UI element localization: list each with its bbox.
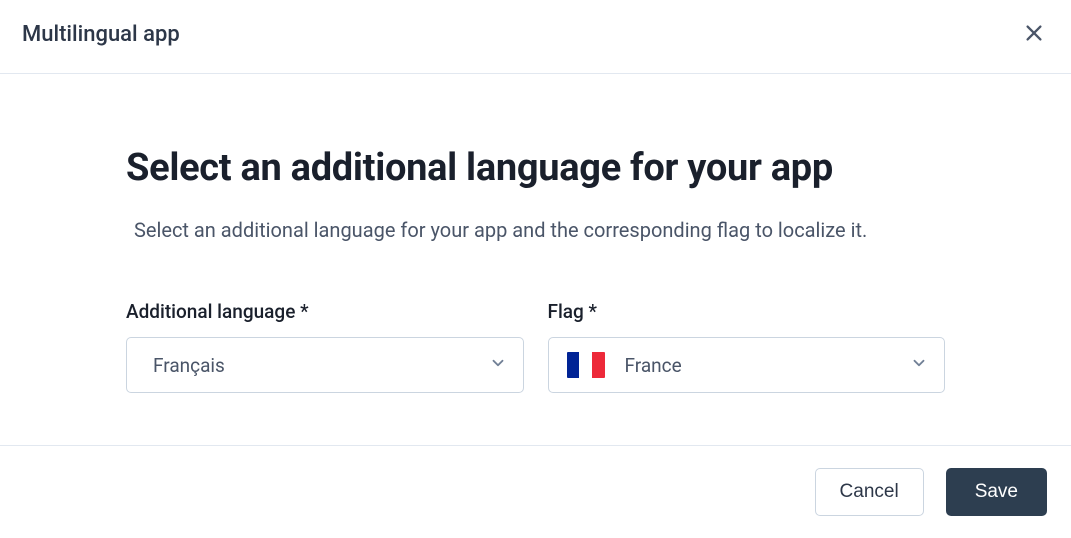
save-button[interactable]: Save (946, 468, 1047, 516)
cancel-button[interactable]: Cancel (815, 468, 924, 516)
modal-title: Multilingual app (22, 22, 180, 47)
flag-stripe-2 (579, 352, 592, 378)
flag-select[interactable]: France (548, 337, 946, 393)
language-label: Additional language * (126, 300, 524, 323)
flag-value: France (625, 354, 682, 377)
flag-stripe-1 (567, 352, 580, 378)
language-select[interactable]: Français (126, 337, 524, 393)
modal-footer: Cancel Save (0, 445, 1071, 538)
close-button[interactable] (1019, 18, 1049, 51)
chevron-down-icon (489, 354, 507, 376)
flag-stripe-3 (592, 352, 605, 378)
close-icon (1023, 22, 1045, 47)
language-value: Français (153, 354, 225, 377)
fields-row: Additional language * Français Flag * (126, 300, 945, 393)
flag-label: Flag * (548, 300, 946, 323)
france-flag-icon (567, 352, 605, 378)
modal-body: Select an additional language for your a… (0, 74, 1071, 433)
language-field: Additional language * Français (126, 300, 524, 393)
flag-value-wrapper: France (567, 352, 682, 378)
flag-field: Flag * France (548, 300, 946, 393)
chevron-down-icon (910, 354, 928, 376)
modal-header: Multilingual app (0, 0, 1071, 74)
page-subheading: Select an additional language for your a… (126, 218, 945, 242)
page-heading: Select an additional language for your a… (126, 146, 945, 190)
